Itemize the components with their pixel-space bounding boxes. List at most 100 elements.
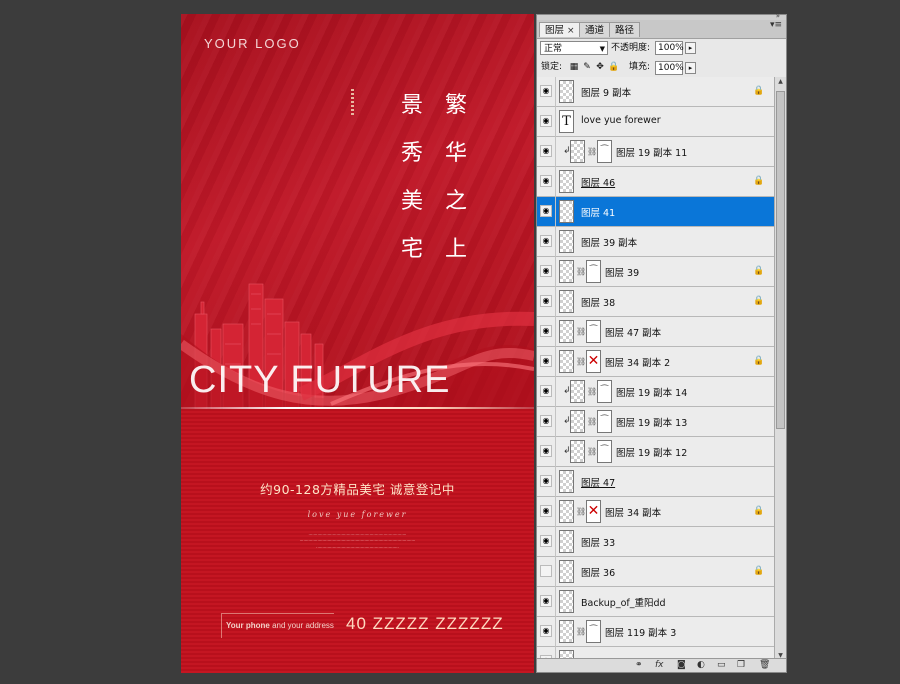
layer-thumbnail[interactable] [559, 260, 574, 283]
layer-thumbnail[interactable] [570, 140, 585, 163]
layer-row[interactable]: ◉ ⛓ ⁀ 图层 39 🔒 [537, 257, 774, 287]
visibility-eye-icon[interactable]: ◉ [540, 535, 552, 547]
layer-mask-thumbnail[interactable]: ⁀ [597, 440, 612, 463]
visibility-eye-icon[interactable]: ◉ [540, 235, 552, 247]
layer-thumbnail[interactable] [559, 200, 574, 223]
layer-thumbnail[interactable] [559, 290, 574, 313]
mask-link-icon[interactable]: ⛓ [587, 447, 597, 456]
layer-mask-thumbnail[interactable]: ⁀ [597, 380, 612, 403]
layer-row[interactable]: ◉ ↲ ⛓ ⁀ 图层 19 副本 12 [537, 437, 774, 467]
layer-mask-thumbnail[interactable]: ⁀ [586, 260, 601, 283]
mask-link-icon[interactable]: ⛓ [576, 357, 586, 366]
layer-thumbnail[interactable] [559, 530, 574, 553]
layer-list[interactable]: ◉ 图层 9 副本 🔒 ◉ Tlove yue forewer ◉ ↲ ⛓ ⁀ 图层 19 副本 … [537, 77, 774, 661]
layer-name[interactable]: 图层 19 副本 11 [616, 145, 687, 159]
layer-thumbnail[interactable] [559, 80, 574, 103]
layer-name[interactable]: 图层 34 副本 [605, 505, 661, 519]
layer-mask-thumbnail[interactable]: ✕ [586, 350, 601, 373]
layer-thumbnail[interactable] [559, 320, 574, 343]
visibility-eye-icon[interactable]: ◉ [540, 415, 552, 427]
layer-name[interactable]: 图层 46 [581, 175, 615, 189]
layer-name[interactable]: 图层 47 [581, 475, 615, 489]
lock-transparency-icon[interactable]: ▦ [569, 62, 579, 72]
visibility-eye-icon[interactable]: ◉ [540, 175, 552, 187]
visibility-eye-icon[interactable]: ◉ [540, 295, 552, 307]
layer-thumbnail[interactable] [559, 590, 574, 613]
scroll-up-icon[interactable]: ▲ [776, 77, 785, 87]
mask-link-icon[interactable]: ⛓ [576, 627, 586, 636]
layer-row[interactable]: ◉ ↲ ⛓ ⁀ 图层 19 副本 11 [537, 137, 774, 167]
blend-mode-select[interactable]: 正常 ▼ [540, 41, 608, 55]
mask-link-icon[interactable]: ⛓ [576, 507, 586, 516]
collapse-icon[interactable]: » [776, 12, 780, 20]
layer-name[interactable]: 图层 39 [605, 265, 639, 279]
layer-row[interactable]: ◉ 图层 38 🔒 [537, 287, 774, 317]
fill-arrow-icon[interactable]: ▸ [685, 62, 696, 74]
lock-paint-icon[interactable]: ✎ [582, 62, 592, 72]
layer-row[interactable]: ◉ ↲ ⛓ ⁀ 图层 19 副本 13 [537, 407, 774, 437]
layer-name[interactable]: 图层 9 副本 [581, 85, 631, 99]
layer-row[interactable]: ◉ 图层 9 副本 🔒 [537, 77, 774, 107]
visibility-eye-icon[interactable]: ◉ [540, 475, 552, 487]
add-mask-icon[interactable]: ◙ [677, 660, 686, 670]
layer-name[interactable]: 图层 119 副本 3 [605, 625, 676, 639]
layer-name[interactable]: 图层 38 [581, 295, 615, 309]
text-layer-thumbnail[interactable]: T [559, 110, 574, 133]
mask-link-icon[interactable]: ⛓ [587, 387, 597, 396]
layer-row[interactable]: ◉ ⛓ ✕ 图层 34 副本 🔒 [537, 497, 774, 527]
fx-icon[interactable]: fx [655, 660, 664, 670]
visibility-eye-icon[interactable]: ◉ [540, 265, 552, 277]
opacity-arrow-icon[interactable]: ▸ [685, 42, 696, 54]
layer-mask-thumbnail[interactable]: ⁀ [597, 410, 612, 433]
layer-row[interactable]: ◉ Tlove yue forewer [537, 107, 774, 137]
layer-row[interactable]: ◉ 图层 36 🔒 [537, 557, 774, 587]
visibility-eye-icon[interactable]: ◉ [540, 505, 552, 517]
layer-row[interactable]: ◉ ⛓ ⁀ 图层 47 副本 [537, 317, 774, 347]
layer-thumbnail[interactable] [559, 230, 574, 253]
mask-link-icon[interactable]: ⛓ [576, 267, 586, 276]
layer-row[interactable]: ◉ ⛓ ✕ 图层 34 副本 2 🔒 [537, 347, 774, 377]
poster-canvas[interactable]: YOUR LOGO 景 秀 美 宅 繁 华 之 上 CITY FUTURE 约9… [181, 14, 534, 673]
layer-thumbnail[interactable] [559, 170, 574, 193]
lock-all-icon[interactable]: 🔒 [608, 62, 619, 72]
layer-row[interactable]: ◉ 图层 33 [537, 527, 774, 557]
layer-mask-thumbnail[interactable]: ⁀ [597, 140, 612, 163]
layers-scrollbar[interactable]: ▲ ▼ [774, 77, 786, 661]
link-layers-icon[interactable]: ⚭ [635, 660, 643, 670]
visibility-eye-icon[interactable]: ◉ [540, 145, 552, 157]
layer-name[interactable]: 图层 19 副本 13 [616, 415, 687, 429]
layer-thumbnail[interactable] [570, 410, 585, 433]
layer-mask-thumbnail[interactable]: ✕ [586, 500, 601, 523]
layer-name[interactable]: 图层 41 [581, 205, 615, 219]
layer-thumbnail[interactable] [559, 500, 574, 523]
layer-name[interactable]: Backup_of_重阳dd [581, 595, 666, 609]
layer-thumbnail[interactable] [559, 470, 574, 493]
layer-row[interactable]: ◉ ↲ ⛓ ⁀ 图层 19 副本 14 [537, 377, 774, 407]
lock-position-icon[interactable]: ✥ [595, 62, 605, 72]
tab-layers[interactable]: 图层 × [539, 22, 581, 37]
layer-name[interactable]: 图层 34 副本 2 [605, 355, 670, 369]
visibility-eye-icon[interactable]: ◉ [540, 595, 552, 607]
visibility-eye-icon[interactable]: ◉ [540, 85, 552, 97]
layer-row[interactable]: ◉ 图层 47 [537, 467, 774, 497]
mask-link-icon[interactable]: ⛓ [587, 417, 597, 426]
fill-field[interactable]: 100% [655, 61, 684, 75]
trash-icon[interactable]: 🗑 [759, 660, 770, 670]
group-folder-icon[interactable]: ▭ [717, 660, 726, 670]
layer-name[interactable]: love yue forewer [581, 115, 661, 126]
visibility-eye-icon[interactable]: ◉ [540, 325, 552, 337]
tab-paths[interactable]: 路径 [609, 22, 641, 37]
layer-name[interactable]: 图层 19 副本 12 [616, 445, 687, 459]
layer-mask-thumbnail[interactable]: ⁀ [586, 320, 601, 343]
layer-thumbnail[interactable] [559, 620, 574, 643]
tab-channels[interactable]: 通道 [579, 22, 611, 37]
visibility-eye-icon[interactable]: ◉ [540, 115, 552, 127]
visibility-eye-icon[interactable]: ◉ [540, 445, 552, 457]
layer-thumbnail[interactable] [559, 350, 574, 373]
panel-menu-icon[interactable]: ▾≡ [770, 20, 782, 30]
layer-name[interactable]: 图层 36 [581, 565, 615, 579]
layer-name[interactable]: 图层 47 副本 [605, 325, 661, 339]
opacity-field[interactable]: 100% [655, 41, 684, 55]
scroll-thumb[interactable] [776, 91, 785, 429]
mask-link-icon[interactable]: ⛓ [576, 327, 586, 336]
